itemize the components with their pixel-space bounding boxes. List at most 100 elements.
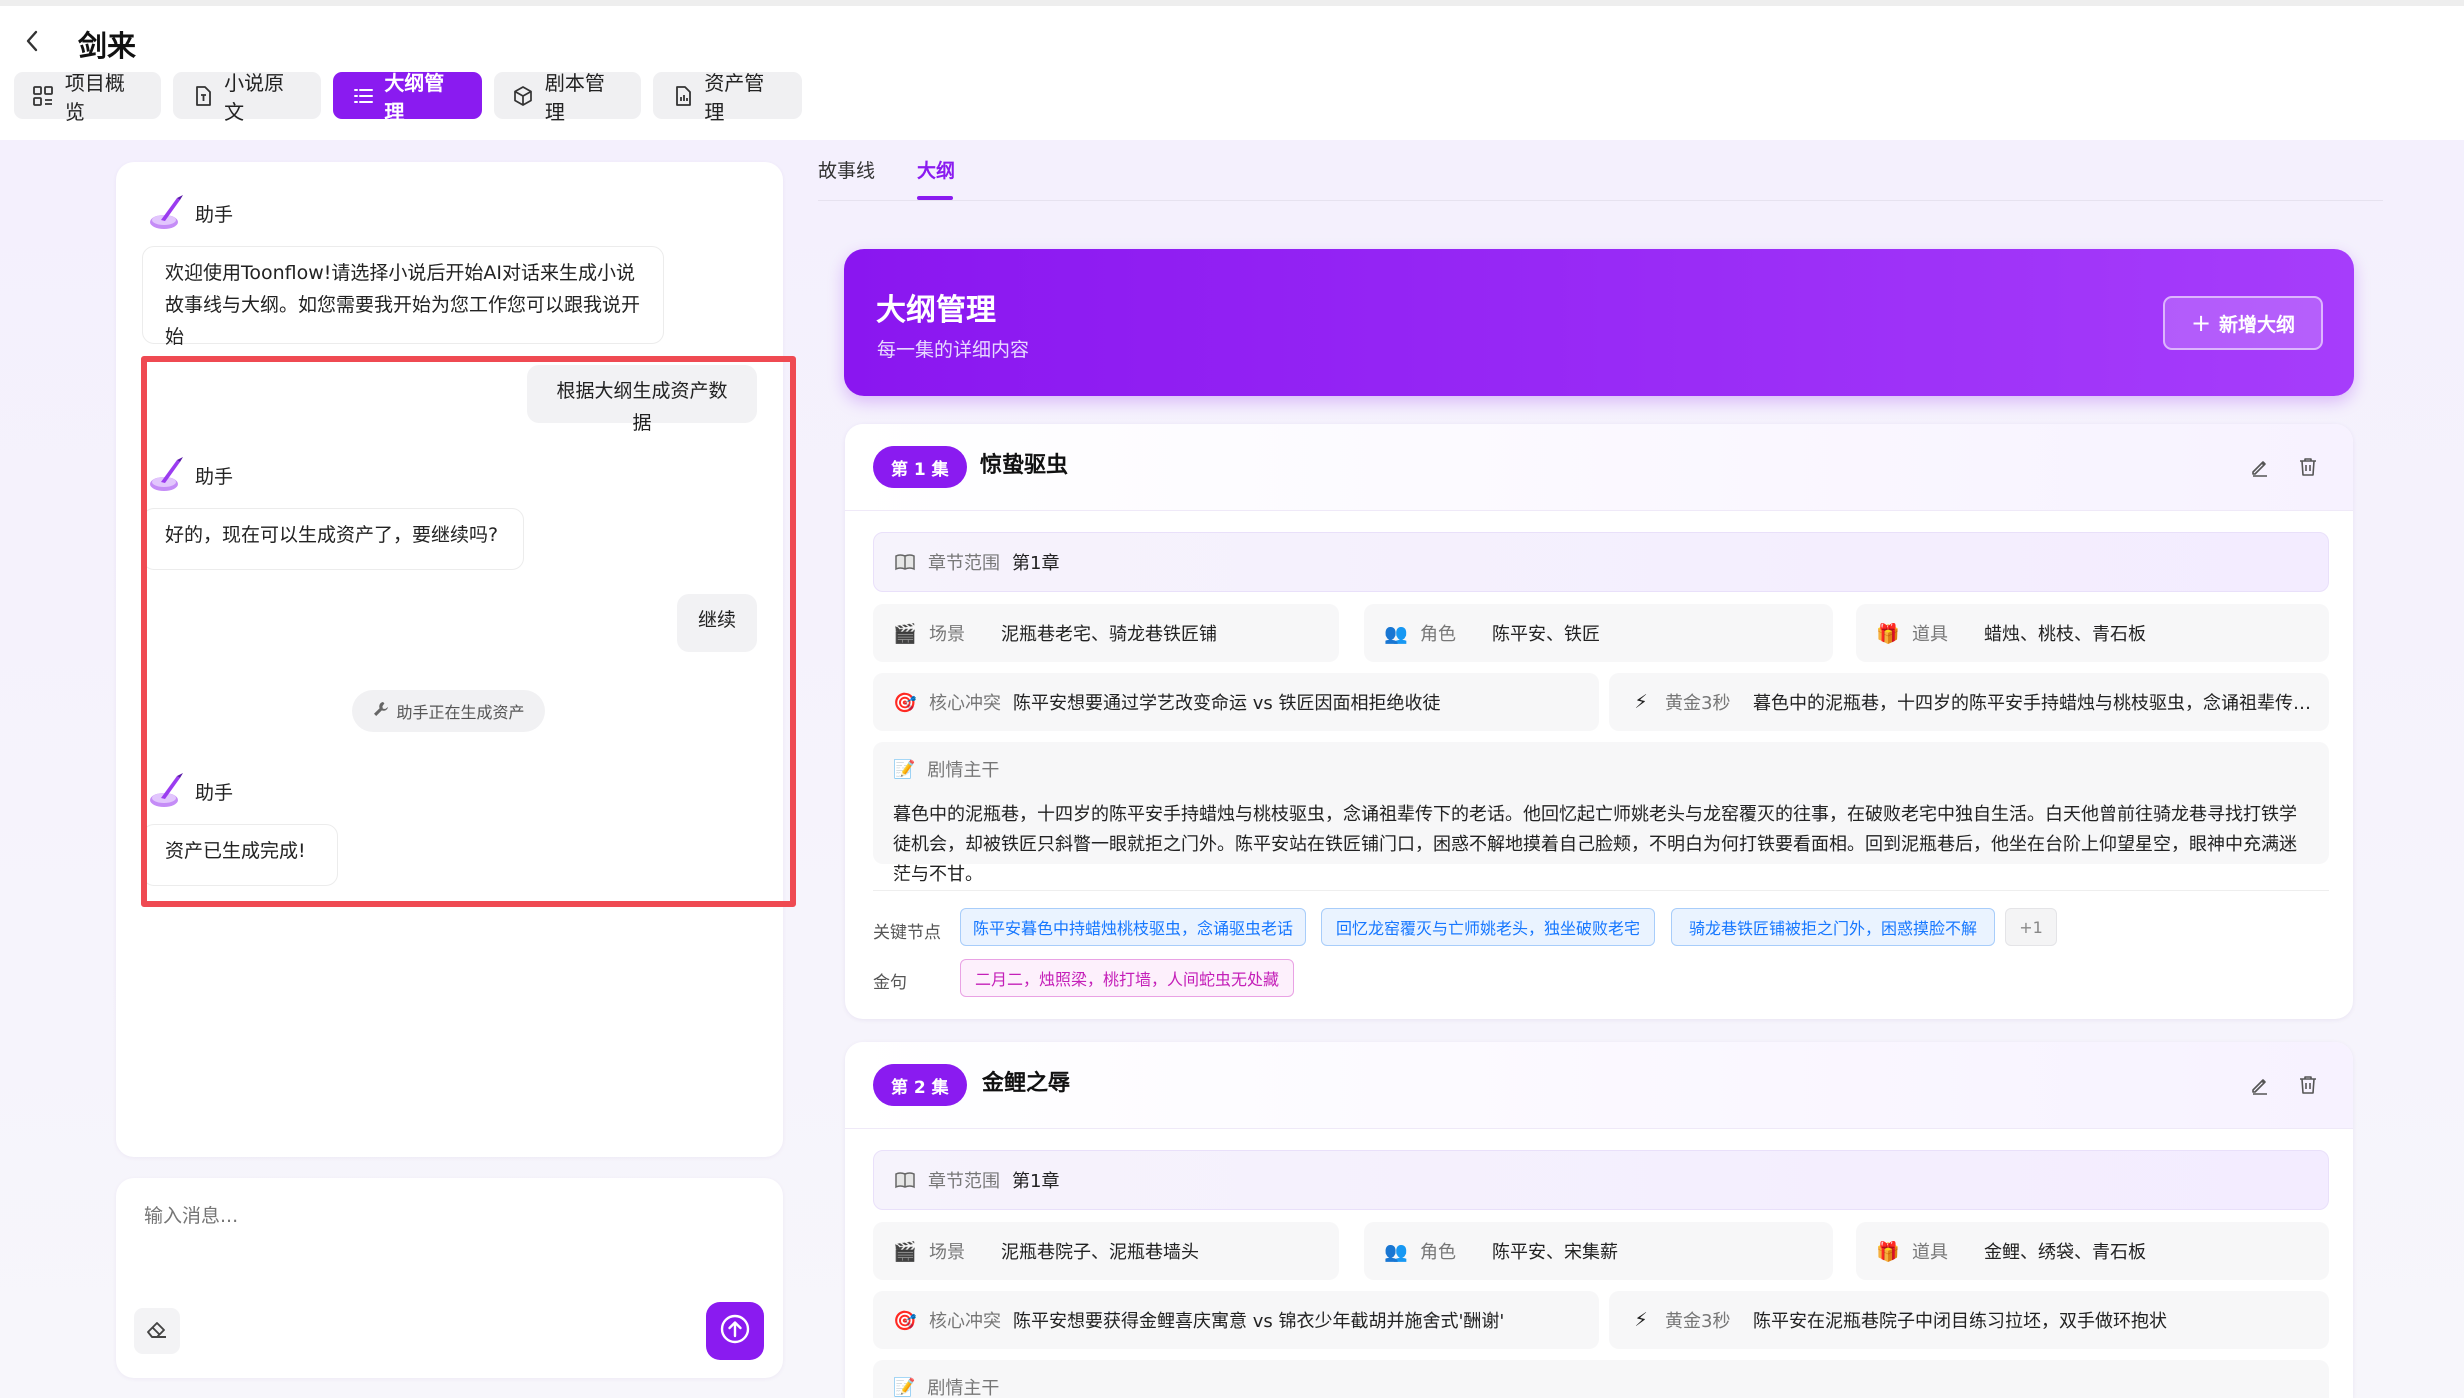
tab-label: 大纲管理: [384, 70, 445, 124]
character-label: 角色: [1420, 624, 1456, 645]
episode-header: 第 1 集 惊蛰驱虫: [845, 424, 2353, 511]
episode-title: 惊蛰驱虫: [980, 453, 1069, 478]
gift-icon: 🎁: [1876, 622, 1900, 645]
user-message: 继续: [677, 594, 757, 652]
conflict-label: 核心冲突: [929, 693, 1001, 714]
plus-icon: +: [2190, 309, 2212, 337]
banner-title: 大纲管理: [876, 293, 996, 328]
chapter-range-value: 第1章: [1012, 553, 1060, 574]
chapter-range-field: 章节范围 第1章: [873, 1150, 2329, 1210]
hook-value: 陈平安在泥瓶巷院子中闭目练习拉坯，双手做环抱状: [1753, 1311, 2167, 1332]
lightning-icon: ⚡: [1634, 1309, 1648, 1331]
file-chart-icon: [671, 84, 694, 108]
scene-field: 🎬 场景 泥瓶巷老宅、骑龙巷铁匠铺: [873, 604, 1339, 662]
assistant-avatar-icon: [147, 194, 185, 232]
edit-icon[interactable]: [2245, 1070, 2275, 1100]
hook-label: 黄金3秒: [1665, 1311, 1731, 1332]
prop-label: 道具: [1912, 624, 1948, 645]
target-icon: 🎯: [893, 1309, 917, 1332]
episode-title: 金鲤之辱: [982, 1071, 1071, 1096]
plot-header: 📝 剧情主干: [893, 1374, 999, 1398]
add-outline-button[interactable]: + 新增大纲: [2163, 296, 2323, 350]
scene-label: 场景: [929, 624, 965, 645]
prop-field: 🎁 道具 蜡烛、桃枝、青石板: [1856, 604, 2329, 662]
clapperboard-icon: 🎬: [893, 622, 917, 645]
clear-button[interactable]: [134, 1308, 180, 1354]
app-header: 剑来 项目概览 小说原文 大纲管理 剧本管理 资产管理: [0, 6, 2464, 140]
chapter-range-label: 章节范围: [928, 553, 1000, 574]
tab-project-overview[interactable]: 项目概览: [14, 71, 161, 124]
subtab-outline[interactable]: 大纲: [917, 156, 955, 183]
episode-card: 第 1 集 惊蛰驱虫 章节范围 第1章 🎬 场景 泥瓶巷老宅、骑龙巷铁匠铺 👥 …: [845, 424, 2353, 1019]
assistant-message: 好的，现在可以生成资产了，要继续吗?: [142, 508, 524, 570]
hook-value: 暮色中的泥瓶巷，十四岁的陈平安手持蜡烛与桃枝驱虫，念诵祖辈传下...: [1753, 693, 2313, 714]
tab-label: 资产管理: [704, 70, 765, 124]
hook-field: ⚡ 黄金3秒 暮色中的泥瓶巷，十四岁的陈平安手持蜡烛与桃枝驱虫，念诵祖辈传下..…: [1609, 673, 2329, 731]
conflict-field: 🎯 核心冲突 陈平安想要获得金鲤喜庆寓意 vs 锦衣少年截胡并施舍式'酬谢': [873, 1291, 1599, 1349]
delete-icon[interactable]: [2293, 1070, 2323, 1100]
assistant-header: 助手: [147, 772, 233, 810]
key-node-tag[interactable]: 骑龙巷铁匠铺被拒之门外，困惑摸脸不解: [1671, 908, 1995, 946]
document-icon: [191, 84, 214, 108]
assistant-name: 助手: [195, 203, 234, 226]
assistant-message: 资产已生成完成!: [142, 824, 338, 886]
user-message: 根据大纲生成资产数据: [527, 365, 757, 434]
main-tabs: 项目概览 小说原文 大纲管理 剧本管理 资产管理: [14, 71, 802, 124]
book-icon: [894, 1169, 916, 1191]
prop-value: 蜡烛、桃枝、青石板: [1984, 624, 2146, 645]
chapter-range-field: 章节范围 第1章: [873, 532, 2329, 592]
add-outline-label: 新增大纲: [2219, 313, 2296, 336]
target-icon: 🎯: [893, 691, 917, 714]
list-icon: [351, 84, 374, 108]
back-icon[interactable]: [22, 26, 52, 66]
conflict-value: 陈平安想要通过学艺改变命运 vs 铁匠因面相拒绝收徒: [1013, 693, 1441, 714]
chapter-range-label: 章节范围: [928, 1171, 1000, 1192]
edit-icon[interactable]: [2245, 452, 2275, 482]
plot-text: 暮色中的泥瓶巷，十四岁的陈平安手持蜡烛与桃枝驱虫，念诵祖辈传下的老话。他回忆起亡…: [893, 804, 2297, 885]
tab-script-management[interactable]: 剧本管理: [494, 71, 641, 124]
outline-banner: 大纲管理 每一集的详细内容 + 新增大纲: [844, 249, 2354, 396]
plot-field: 📝 剧情主干 暮色中的泥瓶巷，十四岁的陈平安手持蜡烛与桃枝驱虫，念诵祖辈传下的老…: [873, 742, 2329, 885]
conflict-value: 陈平安想要获得金鲤喜庆寓意 vs 锦衣少年截胡并施舍式'酬谢': [1013, 1311, 1505, 1332]
assistant-message: 欢迎使用Toonflow!请选择小说后开始AI对话来生成小说故事线与大纲。如您需…: [142, 246, 664, 348]
tab-asset-management[interactable]: 资产管理: [653, 71, 802, 124]
arrow-up-circle-icon: [718, 1312, 752, 1350]
plot-label: 剧情主干: [927, 1378, 1000, 1398]
assistant-avatar-icon: [147, 772, 185, 810]
plot-label: 剧情主干: [927, 760, 1000, 781]
character-value: 陈平安、宋集薪: [1492, 1242, 1618, 1263]
status-text: 助手正在生成资产: [396, 703, 525, 722]
key-node-tag[interactable]: 陈平安暮色中持蜡烛桃枝驱虫，念诵驱虫老话: [960, 908, 1306, 946]
character-field: 👥 角色 陈平安、宋集薪: [1364, 1222, 1833, 1280]
banner-subtitle: 每一集的详细内容: [877, 339, 1030, 361]
key-node-tag[interactable]: 回忆龙窑覆灭与亡师姚老头，独坐破败老宅: [1321, 908, 1655, 946]
character-value: 陈平安、铁匠: [1492, 624, 1600, 645]
eraser-icon: [144, 1316, 170, 1346]
tab-label: 项目概览: [64, 70, 125, 124]
more-tags-badge[interactable]: +1: [2005, 908, 2057, 946]
assistant-header: 助手: [147, 194, 233, 232]
outline-subtabs: 故事线 大纲: [818, 152, 2383, 201]
tab-outline-management[interactable]: 大纲管理: [333, 71, 482, 124]
scene-value: 泥瓶巷院子、泥瓶巷墙头: [1001, 1242, 1199, 1263]
chat-input[interactable]: [142, 1204, 746, 1228]
golden-line-tag[interactable]: 二月二，烛照梁，桃打墙，人间蛇虫无处藏: [960, 959, 1294, 997]
assistant-avatar-icon: [147, 456, 185, 494]
book-icon: [894, 551, 916, 573]
people-icon: 👥: [1384, 1240, 1408, 1263]
assistant-name: 助手: [195, 781, 234, 804]
episode-badge: 第 2 集: [873, 1064, 967, 1106]
generating-status: 助手正在生成资产: [352, 690, 545, 732]
send-button[interactable]: [706, 1302, 764, 1360]
assistant-header: 助手: [147, 456, 233, 494]
character-label: 角色: [1420, 1242, 1456, 1263]
scene-field: 🎬 场景 泥瓶巷院子、泥瓶巷墙头: [873, 1222, 1339, 1280]
memo-icon: 📝: [893, 758, 916, 780]
subtab-storyline[interactable]: 故事线: [818, 156, 875, 183]
tab-novel-text[interactable]: 小说原文: [173, 71, 321, 124]
scene-label: 场景: [929, 1242, 965, 1263]
delete-icon[interactable]: [2293, 452, 2323, 482]
chat-panel: 助手 欢迎使用Toonflow!请选择小说后开始AI对话来生成小说故事线与大纲。…: [116, 162, 783, 1157]
episode-badge: 第 1 集: [873, 446, 967, 488]
plot-header: 📝 剧情主干: [893, 756, 999, 782]
